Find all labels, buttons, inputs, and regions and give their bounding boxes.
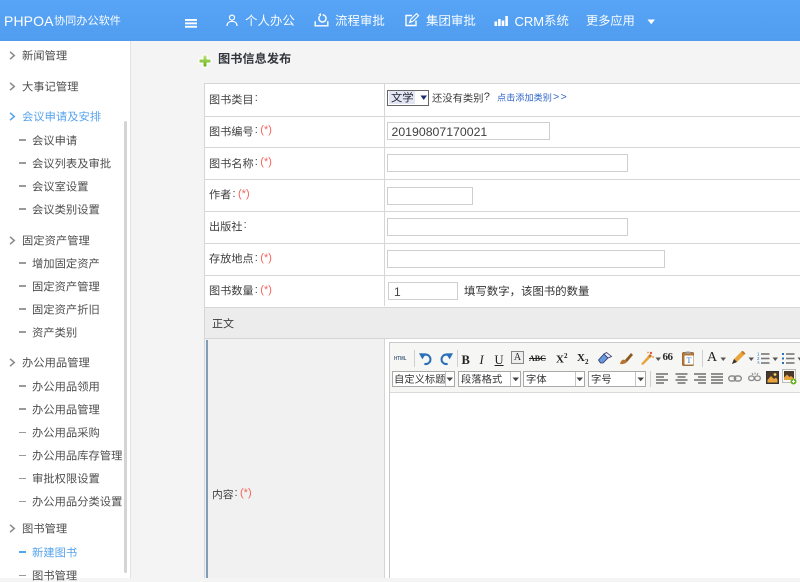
svg-text:3: 3: [757, 361, 760, 365]
svg-text:T: T: [687, 356, 692, 365]
